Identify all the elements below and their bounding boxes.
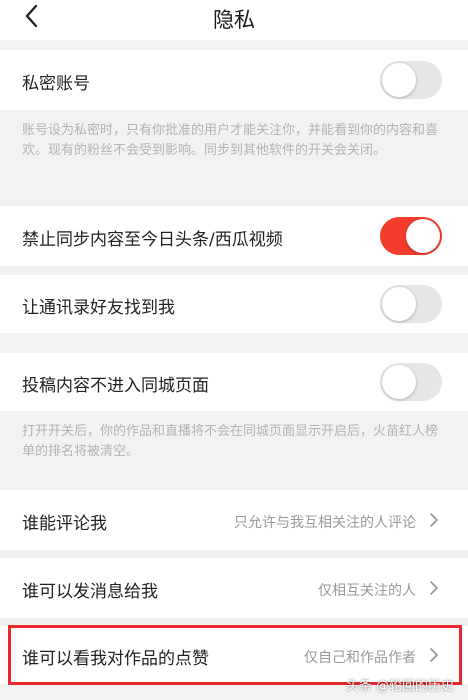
toggle-knob — [382, 365, 416, 399]
page-title: 隐私 — [213, 8, 255, 32]
chevron-right-icon — [430, 513, 438, 527]
who-message-value: 仅相互关注的人 — [318, 583, 416, 599]
chevron-right-icon — [430, 648, 438, 662]
toggle-knob — [406, 219, 440, 253]
toggle-knob — [382, 63, 416, 97]
contacts-find-label: 让通讯录好友找到我 — [22, 298, 175, 318]
who-likes-value: 仅自己和作品作者 — [304, 650, 416, 666]
who-comment-label: 谁能评论我 — [22, 514, 107, 534]
who-comment-value: 只允许与我互相关注的人评论 — [234, 515, 416, 531]
chevron-right-icon — [430, 581, 438, 595]
who-likes-label: 谁可以看我对作品的点赞 — [22, 649, 209, 669]
private-account-label: 私密账号 — [22, 74, 90, 94]
no-sync-toggle[interactable] — [380, 217, 442, 255]
contacts-find-row: 让通讯录好友找到我 — [0, 275, 468, 333]
toggle-knob — [382, 287, 416, 321]
who-message-row[interactable]: 谁可以发消息给我 仅相互关注的人 — [0, 558, 468, 618]
not-local-page-description: 打开开关后，你的作品和直播将不会在同城页面显示开启后，火苗红人榜单的排名将被清空… — [22, 424, 439, 459]
no-sync-row: 禁止同步内容至今日头条/西瓜视频 — [0, 206, 468, 266]
not-local-page-row: 投稿内容不进入同城页面 — [0, 353, 468, 411]
who-comment-row[interactable]: 谁能评论我 只允许与我互相关注的人评论 — [0, 490, 468, 550]
not-local-page-label: 投稿内容不进入同城页面 — [22, 376, 209, 396]
watermark: 头条 @轮回的历史 — [345, 679, 454, 694]
private-account-toggle[interactable] — [380, 61, 442, 99]
private-account-description: 账号设为私密时，只有你批准的用户才能关注你，并能看到你的内容和喜欢。现有的粉丝不… — [22, 123, 439, 158]
not-local-page-toggle[interactable] — [380, 363, 442, 401]
private-account-row: 私密账号 — [0, 50, 468, 110]
no-sync-label: 禁止同步内容至今日头条/西瓜视频 — [22, 230, 283, 250]
contacts-find-toggle[interactable] — [380, 285, 442, 323]
who-message-label: 谁可以发消息给我 — [22, 582, 158, 602]
nav-header: 隐私 — [0, 0, 468, 40]
